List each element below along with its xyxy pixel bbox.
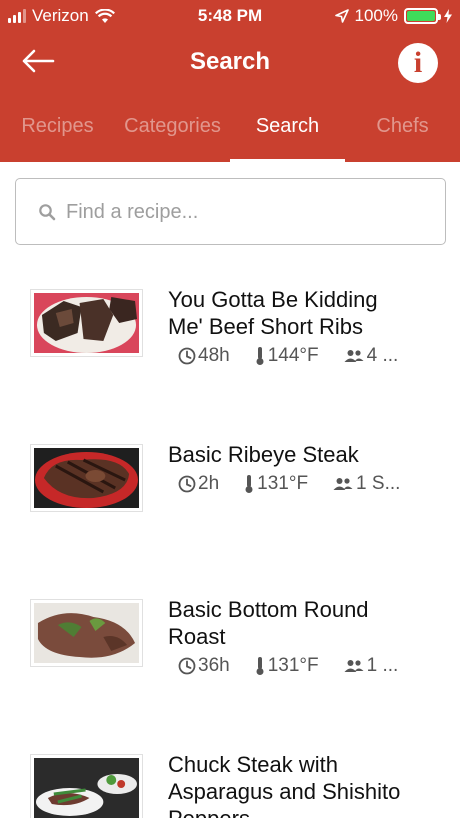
recipe-thumbnail — [30, 599, 143, 667]
tab-search[interactable]: Search — [230, 90, 345, 162]
tab-categories[interactable]: Categories — [115, 90, 230, 162]
recipe-title-line: Basic Bottom Round — [168, 597, 369, 622]
people-icon — [344, 660, 364, 672]
recipe-meta: 48h 144°F 4 ... — [178, 345, 448, 367]
clock-icon — [178, 347, 196, 365]
cook-temperature: 131°F — [254, 655, 319, 677]
recipe-title-line: Asparagus and Shishito — [168, 779, 401, 804]
tab-recipes[interactable]: Recipes — [0, 90, 115, 162]
header: Search i — [0, 34, 460, 90]
clock-icon — [178, 657, 196, 675]
battery-icon — [404, 8, 441, 24]
location-arrow-icon — [334, 9, 349, 23]
recipe-title-line: Peppers — [168, 805, 438, 818]
charging-bolt-icon — [444, 9, 452, 23]
thermometer-icon — [245, 475, 253, 493]
recipe-title: Basic Bottom Round Roast — [168, 596, 438, 650]
servings-value: 1 ... — [366, 655, 399, 676]
clock-icon — [178, 475, 196, 493]
info-icon: i — [413, 46, 423, 79]
recipe-thumbnail — [30, 444, 143, 512]
recipe-title: You Gotta Be Kidding Me' Beef Short Ribs — [168, 286, 438, 340]
recipe-list-item[interactable]: Chuck Steak with Asparagus and Shishito … — [0, 735, 460, 818]
recipe-title-line: You Gotta Be Kidding — [168, 287, 378, 312]
battery-percent: 100% — [354, 6, 398, 25]
servings: 1 ... — [343, 655, 399, 677]
active-tab-indicator — [230, 159, 345, 162]
recipe-title: Chuck Steak with Asparagus and Shishito … — [168, 751, 438, 818]
recipe-title-line: Me' Beef Short Ribs — [168, 314, 363, 339]
cook-time: 2h — [178, 473, 219, 495]
status-bar: Verizon 5:48 PM 100% — [0, 0, 460, 34]
recipe-title-line: Basic Ribeye Steak — [168, 442, 359, 467]
cook-time: 48h — [178, 345, 230, 367]
info-button[interactable]: i — [398, 43, 438, 83]
cook-time-value: 48h — [198, 345, 230, 366]
tab-bar: Recipes Categories Search Chefs — [0, 90, 460, 162]
servings-value: 4 ... — [366, 345, 399, 366]
page-title: Search — [189, 48, 271, 75]
cook-time: 36h — [178, 655, 230, 677]
recipe-thumbnail — [30, 289, 143, 357]
cook-temperature-value: 144°F — [267, 345, 319, 366]
recipe-list-item[interactable]: You Gotta Be Kidding Me' Beef Short Ribs… — [0, 270, 460, 400]
cook-temperature-value: 131°F — [267, 655, 319, 676]
cook-temperature: 131°F — [243, 473, 308, 495]
search-box[interactable] — [15, 178, 446, 245]
cook-temperature: 144°F — [254, 345, 319, 367]
people-icon — [333, 478, 353, 490]
recipe-title-line: Roast — [168, 624, 226, 649]
recipe-list-item[interactable]: Basic Bottom Round Roast 36h 131°F 1 ... — [0, 580, 460, 710]
thermometer-icon — [256, 657, 264, 675]
thermometer-icon — [256, 347, 264, 365]
servings: 4 ... — [343, 345, 399, 367]
recipe-title: Basic Ribeye Steak — [168, 441, 438, 468]
recipe-meta: 36h 131°F 1 ... — [178, 655, 448, 677]
servings: 1 S... — [332, 473, 400, 495]
search-icon — [39, 204, 56, 221]
recipe-meta: 2h 131°F 1 S... — [178, 473, 448, 495]
people-icon — [344, 350, 364, 362]
cook-time-value: 2h — [198, 473, 220, 494]
status-right: 100% — [334, 6, 452, 26]
search-input[interactable] — [66, 193, 426, 231]
recipe-title-line: Chuck Steak with — [168, 752, 338, 777]
servings-value: 1 S... — [356, 473, 401, 494]
recipe-list-item[interactable]: Basic Ribeye Steak 2h 131°F 1 S... — [0, 425, 460, 555]
tab-chefs[interactable]: Chefs — [345, 90, 460, 162]
cook-temperature-value: 131°F — [257, 473, 309, 494]
recipe-thumbnail — [30, 754, 143, 818]
cook-time-value: 36h — [198, 655, 230, 676]
